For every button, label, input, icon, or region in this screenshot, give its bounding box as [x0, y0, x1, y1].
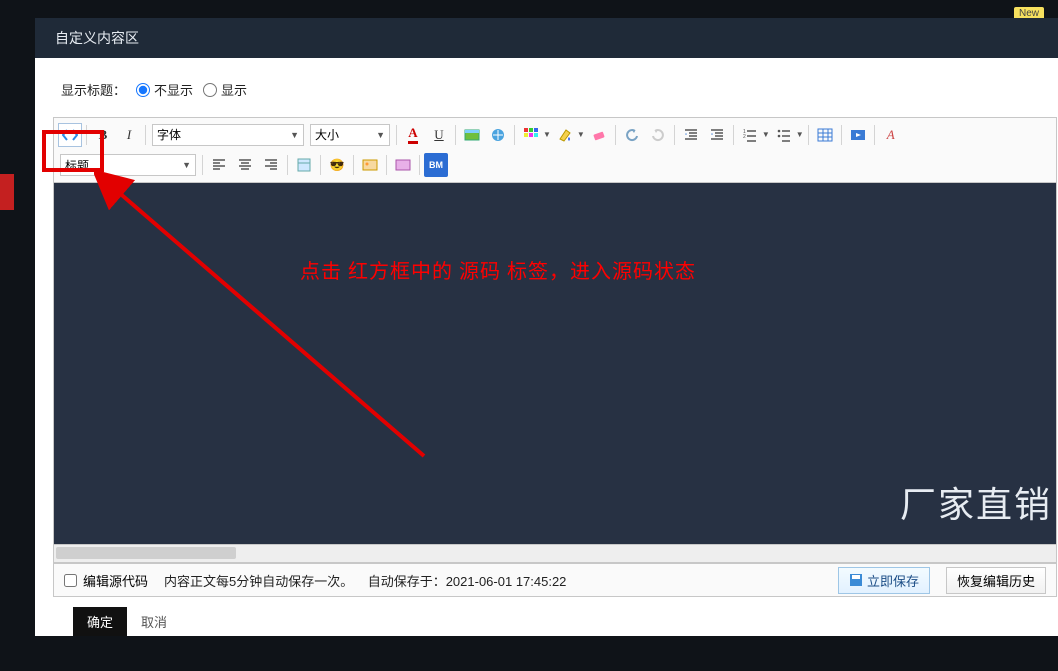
modal-footer: 确定 取消 [53, 597, 1058, 636]
separator [386, 155, 387, 175]
title-display-option: 显示标题： 不显示 显示 [53, 80, 1058, 99]
radio-hide-title[interactable]: 不显示 [136, 80, 193, 99]
font-size-label: 大小 [315, 126, 339, 143]
separator [86, 125, 87, 145]
forecolor-picker-button[interactable] [519, 123, 543, 147]
sidebar-accent [0, 174, 14, 210]
separator [353, 155, 354, 175]
emoji-button[interactable]: 😎 [325, 153, 349, 177]
restore-history-label: 恢复编辑历史 [957, 574, 1035, 589]
autosave-time: 自动保存于：2021-06-01 17:45:22 [368, 574, 567, 589]
radio-hide-label: 不显示 [154, 80, 193, 99]
separator [419, 155, 420, 175]
separator [396, 125, 397, 145]
bold-button[interactable]: B [91, 123, 115, 147]
separator [733, 125, 734, 145]
editor-canvas[interactable]: 点击 红方框中的 源码 标签，进入源码状态 厂家直销 [53, 183, 1057, 545]
link-button[interactable] [486, 123, 510, 147]
font-family-label: 字体 [157, 126, 181, 143]
chevron-down-icon: ▼ [376, 130, 385, 140]
align-right-button[interactable] [259, 153, 283, 177]
editor-horizontal-scrollbar[interactable] [53, 545, 1057, 563]
chevron-down-icon: ▼ [543, 130, 551, 139]
save-now-button[interactable]: 立即保存 [838, 567, 930, 594]
insert-media-button[interactable] [391, 153, 415, 177]
undo-button[interactable] [620, 123, 644, 147]
separator [145, 125, 146, 145]
autosave-hint: 内容正文每5分钟自动保存一次。 [164, 574, 353, 589]
separator [808, 125, 809, 145]
scrollbar-thumb[interactable] [56, 547, 236, 559]
underline-button[interactable]: U [427, 123, 451, 147]
banner-slogan: 厂家直销 [900, 476, 1052, 528]
clear-format-button[interactable]: A [879, 123, 903, 147]
option-label: 显示标题： [61, 80, 126, 99]
italic-button[interactable]: I [117, 123, 141, 147]
separator [514, 125, 515, 145]
modal-title: 自定义内容区 [55, 28, 139, 48]
insert-video-button[interactable] [846, 123, 870, 147]
indent-button[interactable] [705, 123, 729, 147]
svg-text:2: 2 [743, 134, 746, 140]
separator [287, 155, 288, 175]
separator [674, 125, 675, 145]
separator [874, 125, 875, 145]
cancel-button[interactable]: 取消 [141, 612, 167, 631]
chevron-down-icon: ▼ [577, 130, 585, 139]
annotation-text: 点击 红方框中的 源码 标签，进入源码状态 [300, 255, 696, 284]
font-color-button[interactable]: A [401, 123, 425, 147]
separator [320, 155, 321, 175]
separator [615, 125, 616, 145]
insert-table-button[interactable] [813, 123, 837, 147]
font-family-select[interactable]: 字体 ▼ [152, 124, 304, 146]
modal-titlebar: 自定义内容区 [35, 18, 1058, 58]
align-left-button[interactable] [207, 153, 231, 177]
radio-show-title[interactable]: 显示 [203, 80, 247, 99]
redo-button[interactable] [646, 123, 670, 147]
chevron-down-icon: ▼ [290, 130, 299, 140]
font-size-select[interactable]: 大小 ▼ [310, 124, 390, 146]
unordered-list-button[interactable] [772, 123, 796, 147]
backcolor-button[interactable] [553, 123, 577, 147]
restore-history-button[interactable]: 恢复编辑历史 [946, 567, 1046, 594]
separator [202, 155, 203, 175]
chevron-down-icon: ▼ [762, 130, 770, 139]
baidu-map-button[interactable]: BM [424, 153, 448, 177]
editor-toolbar: B I 字体 ▼ 大小 ▼ A U [53, 117, 1057, 183]
eraser-button[interactable] [587, 123, 611, 147]
source-code-button[interactable] [58, 123, 82, 147]
chevron-down-icon: ▼ [182, 160, 191, 170]
radio-show-label: 显示 [221, 80, 247, 99]
heading-select[interactable]: 标题 ▼ [60, 154, 196, 176]
save-now-label: 立即保存 [867, 571, 919, 590]
insert-template-button[interactable] [292, 153, 316, 177]
ordered-list-button[interactable]: 12 [738, 123, 762, 147]
separator [841, 125, 842, 145]
align-center-button[interactable] [233, 153, 257, 177]
ok-button[interactable]: 确定 [73, 607, 127, 636]
chevron-down-icon: ▼ [796, 130, 804, 139]
editor-statusbar: 编辑源代码 内容正文每5分钟自动保存一次。 自动保存于：2021-06-01 1… [53, 563, 1057, 597]
separator [455, 125, 456, 145]
heading-label: 标题 [65, 157, 89, 174]
outdent-button[interactable] [679, 123, 703, 147]
insert-image2-button[interactable] [358, 153, 382, 177]
image-button[interactable] [460, 123, 484, 147]
edit-source-label: 编辑源代码 [83, 571, 148, 590]
custom-content-modal: 自定义内容区 显示标题： 不显示 显示 B I [35, 18, 1058, 636]
edit-source-checkbox[interactable]: 编辑源代码 [64, 571, 148, 590]
